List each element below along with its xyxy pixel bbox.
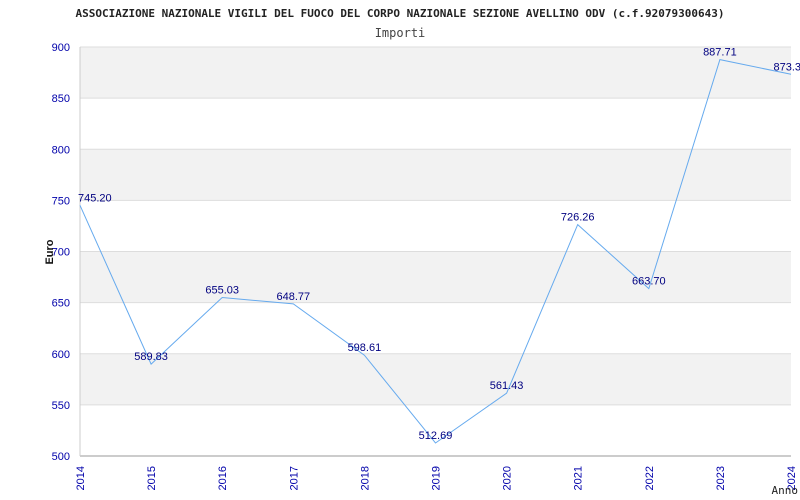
x-tick-labels: 2014 2015 2016 2017 2018 2019 2020 2021 2022 2023… xyxy=(75,466,798,490)
y-tick-label: 800 xyxy=(52,144,70,156)
data-label: 589.83 xyxy=(134,351,168,363)
x-tick-label: 2020 xyxy=(502,466,514,490)
grid-bands xyxy=(80,47,791,405)
x-axis-label: Anno xyxy=(772,484,799,497)
chart: ASSOCIAZIONE NAZIONALE VIGILI DEL FUOCO … xyxy=(44,7,800,497)
grid-band xyxy=(80,47,791,99)
x-tick-label: 2019 xyxy=(431,466,443,490)
y-tick-label: 750 xyxy=(52,195,70,207)
y-tick-label: 600 xyxy=(52,349,70,361)
x-tick-label: 2022 xyxy=(644,466,656,490)
chart-title: ASSOCIAZIONE NAZIONALE VIGILI DEL FUOCO … xyxy=(75,7,724,20)
data-label: 663.70 xyxy=(632,276,666,288)
x-tick-label: 2017 xyxy=(288,466,300,490)
data-label: 512.69 xyxy=(419,430,453,442)
y-tick-label: 650 xyxy=(52,298,70,310)
x-tick-label: 2015 xyxy=(146,466,158,490)
chart-subtitle: Importi xyxy=(375,26,426,40)
x-tick-label: 2018 xyxy=(359,466,371,490)
y-tick-label: 900 xyxy=(52,42,70,54)
y-tick-label: 500 xyxy=(52,451,70,463)
data-label: 648.77 xyxy=(276,291,310,303)
grid-band xyxy=(80,251,791,303)
y-axis-label: Euro xyxy=(44,239,56,264)
x-tick-label: 2014 xyxy=(75,466,87,490)
y-tick-label: 850 xyxy=(52,93,70,105)
data-label: 655.03 xyxy=(205,284,239,296)
data-label: 598.61 xyxy=(348,342,382,354)
y-tick-label: 550 xyxy=(52,400,70,412)
x-tick-label: 2023 xyxy=(715,466,727,490)
data-label: 887.71 xyxy=(703,47,737,59)
x-tick-label: 2021 xyxy=(573,466,585,490)
data-label: 873.3 xyxy=(773,61,800,73)
data-label: 745.20 xyxy=(78,192,112,204)
data-label: 561.43 xyxy=(490,380,524,392)
grid-band xyxy=(80,353,791,405)
x-tick-label: 2016 xyxy=(217,466,229,490)
data-label: 726.26 xyxy=(561,212,595,224)
